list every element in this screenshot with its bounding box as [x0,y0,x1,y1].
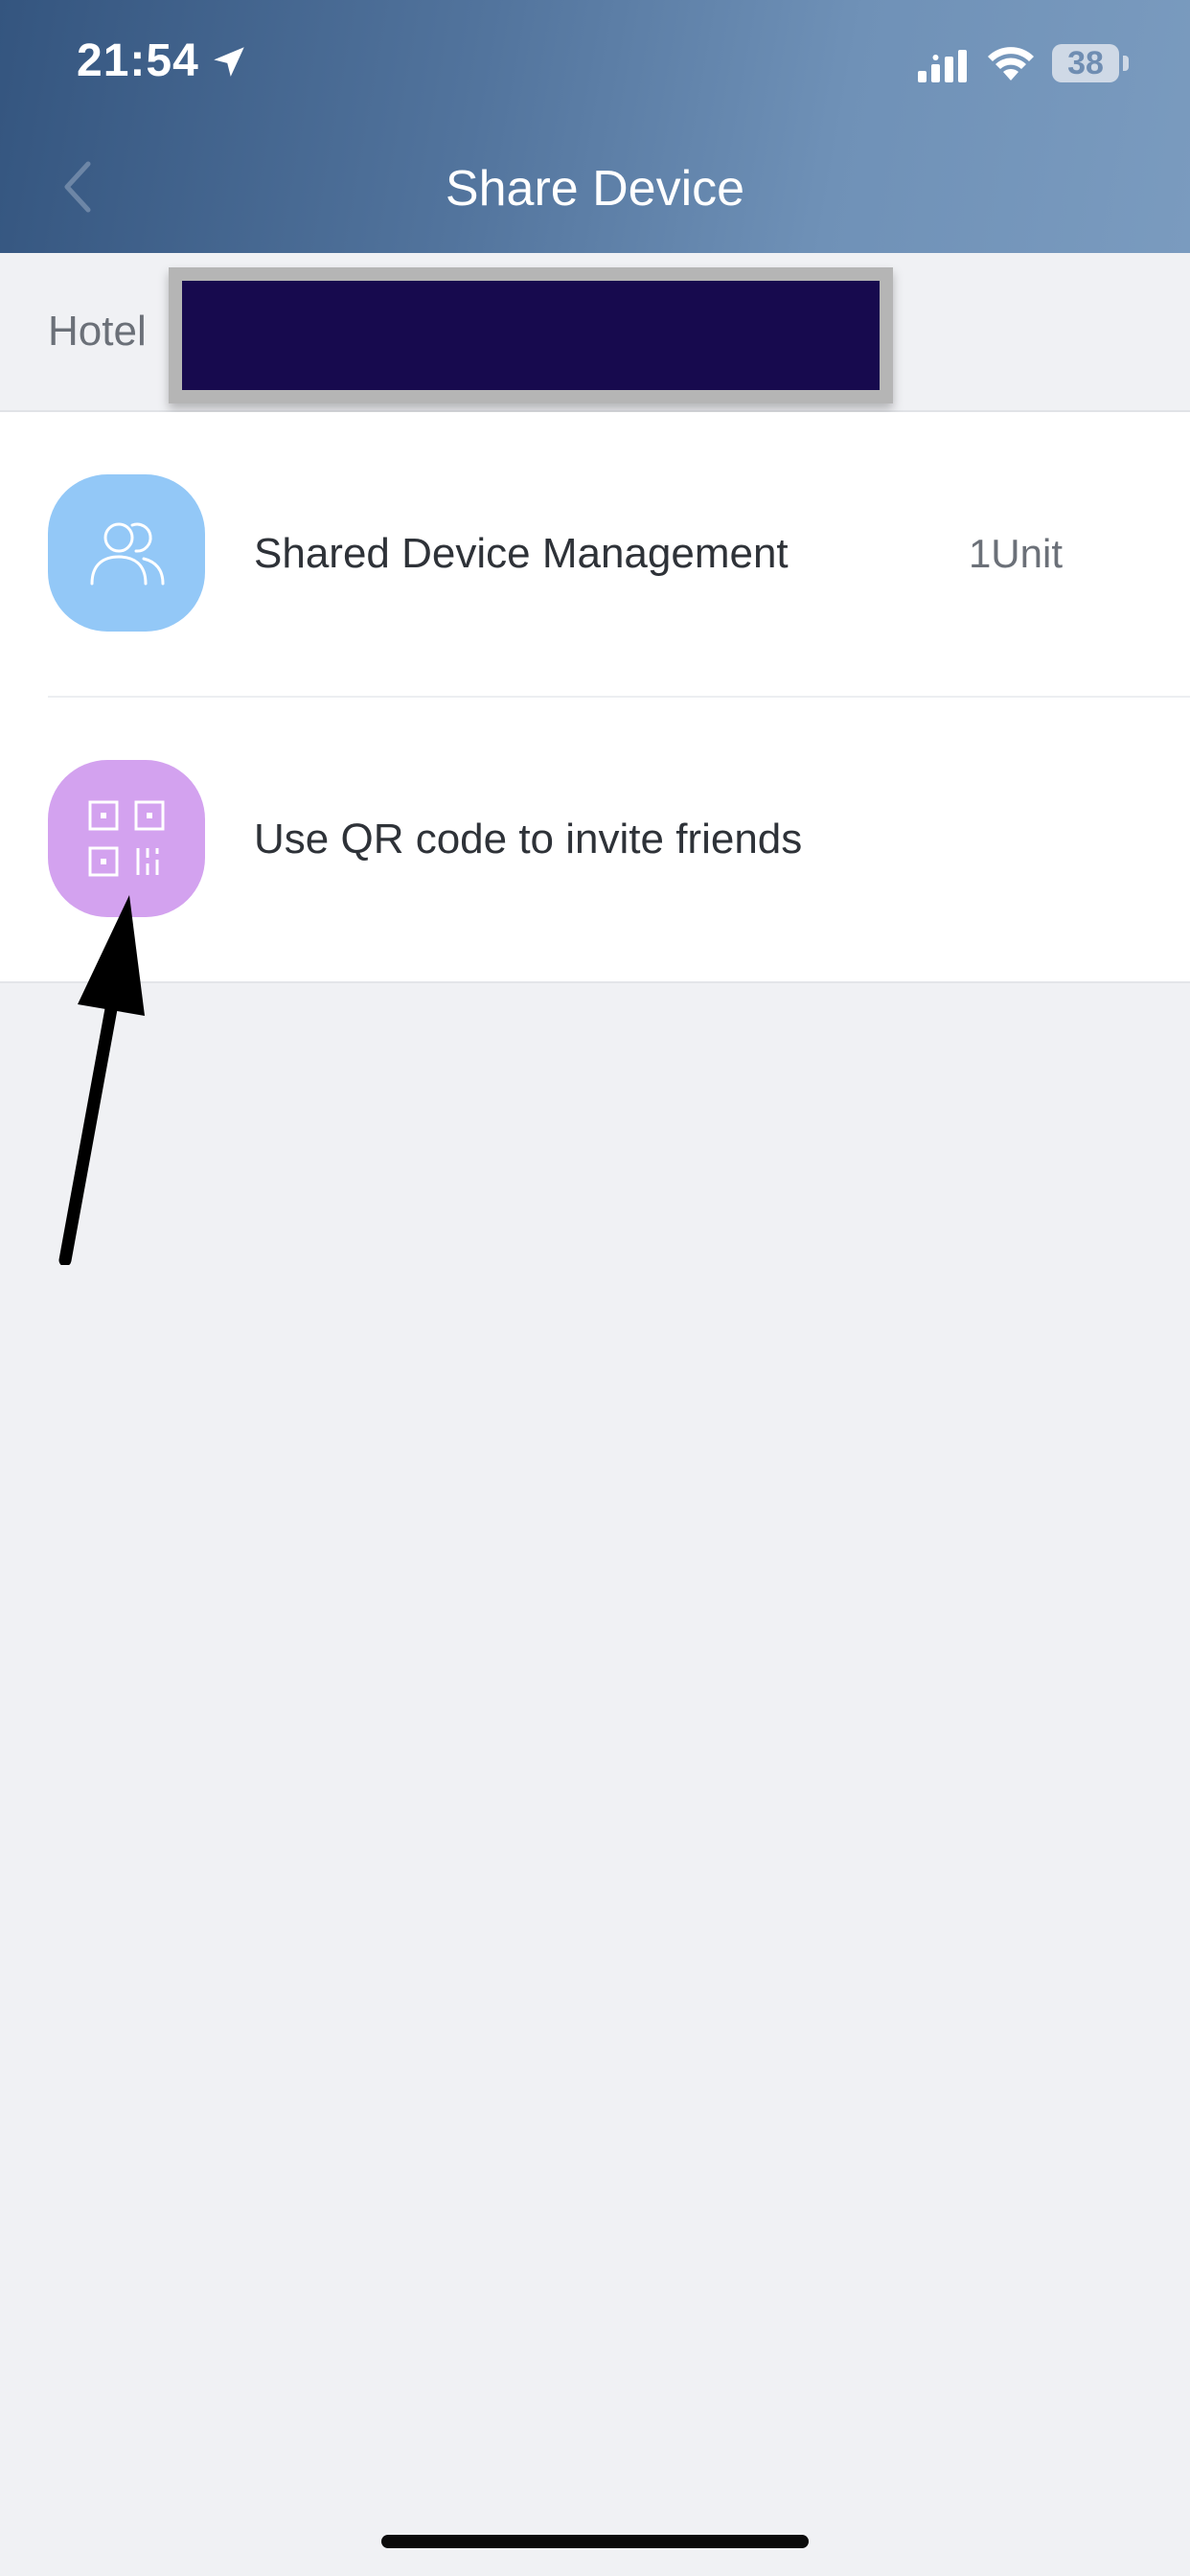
qr-invite-label: Use QR code to invite friends [254,816,803,862]
wifi-icon [988,47,1034,80]
header: 21:54 38 Share Device [0,0,1190,253]
status-bar: 21:54 38 [0,0,1190,134]
battery-level: 38 [1067,44,1104,81]
status-time: 21:54 [77,35,199,86]
users-icon [48,474,205,632]
shared-device-count: 1Unit [968,531,1063,576]
battery-tip [1123,56,1129,71]
battery-icon: 38 [1052,44,1119,82]
shared-device-management-item[interactable]: Shared Device Management 1Unit [0,412,1190,696]
location-arrow-icon [214,47,244,77]
share-options-list: Shared Device Management 1Unit Use QR co… [0,412,1190,983]
redaction-box [169,267,893,403]
redaction-fill [182,281,880,390]
annotation-arrow-icon [58,895,145,1265]
cellular-signal-icon [918,50,967,82]
home-label: Hotel [48,308,147,355]
page-title: Share Device [445,161,745,217]
home-indicator [381,2535,809,2548]
shared-device-management-label: Shared Device Management [254,530,789,577]
qr-invite-item[interactable]: Use QR code to invite friends [0,698,1190,981]
